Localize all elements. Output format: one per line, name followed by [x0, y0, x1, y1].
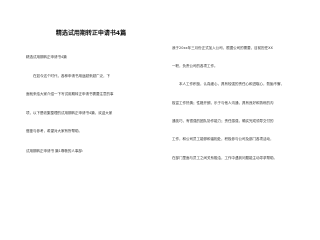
text-line: 工作，和公司员工能够和谐相处，积极参与公司及部门各项活动，: [172, 137, 274, 141]
document-page: 精选试用期转正申请书4篇 精选试用期转正申请书4篇 在如今这个时代，各种申请书用…: [0, 0, 320, 226]
text-line: 在如今这个时代，各种申请书用途越来越广泛，下: [26, 74, 110, 78]
text-line: 本人工作积极，认真细心，具有较强的责任心和进取心，勤勉不懈，: [172, 82, 284, 86]
text-line: 借鉴与参考，希望对大家有所帮助。: [26, 129, 82, 133]
text-line: 精选试用期转正申请书4篇: [26, 55, 67, 59]
document-title: 精选试用期转正申请书4篇: [55, 30, 127, 37]
text-line: 通技巧，有很强的团队协作能力；责任感强，确实完成领导交付的: [172, 119, 274, 123]
text-line: 我于20xx年三月份正式加入公司，根据公司的需要，目前担任XX: [172, 46, 273, 50]
text-line: 试用期转正申请书 篇1尊敬的人事部：: [26, 149, 86, 153]
text-line: 一职，负责公司的各项工作。: [172, 64, 218, 68]
text-line: 在部门里面与员工之间关系融洽，工作中遇到问题能主动寻求帮助。: [172, 156, 277, 160]
text-line: 面就来给大家介绍一下写试用期转正申请书需要注意的事: [26, 92, 114, 96]
text-line: 极富工作热情；性格开朗，乐于与他人沟通，具有良好和熟练的沟: [172, 101, 274, 105]
text-line: 项，以下是收集整理的试用期转正申请书4篇，欢迎大家: [26, 111, 113, 115]
